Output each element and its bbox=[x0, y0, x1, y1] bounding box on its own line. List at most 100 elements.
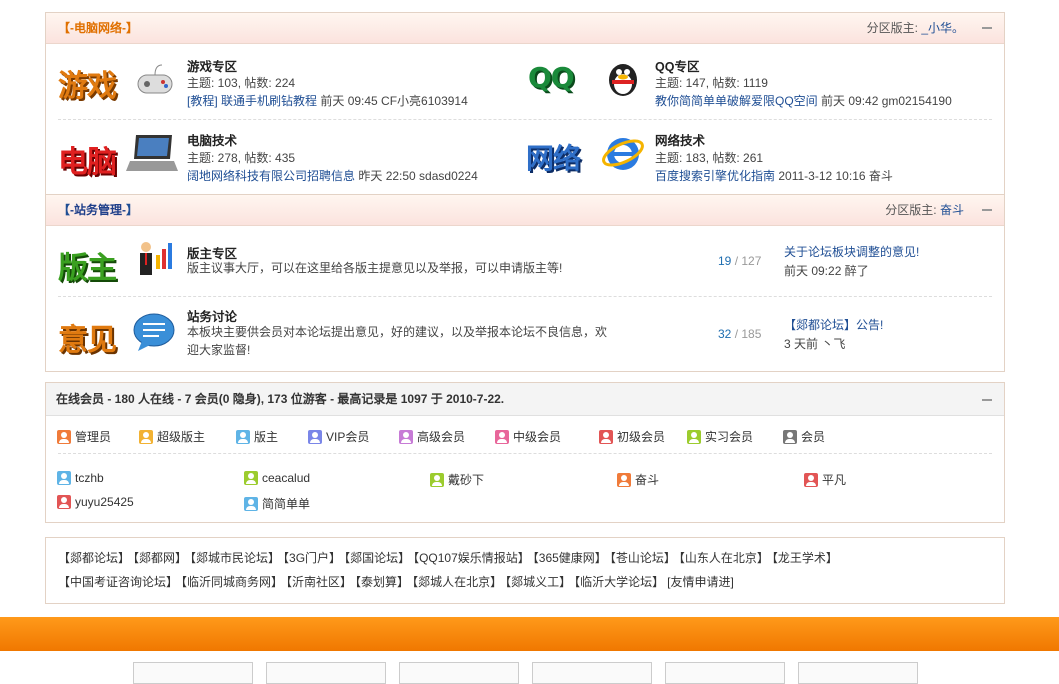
moderator-link[interactable]: 奋斗 bbox=[940, 203, 964, 217]
friend-link[interactable]: 【郯城义工】 bbox=[505, 575, 571, 589]
footer-badge[interactable] bbox=[798, 662, 918, 684]
user-group-icon bbox=[495, 429, 509, 444]
last-post-link[interactable]: 【郯都论坛】公告! bbox=[784, 316, 883, 333]
user-icon bbox=[244, 471, 258, 485]
online-summary: 在线会员 - 180 人在线 - 7 会员(0 隐身), 173 位游客 - 最… bbox=[56, 392, 505, 406]
user-group-icon bbox=[236, 429, 250, 444]
friend-link[interactable]: 【中国考证咨询论坛】 bbox=[58, 575, 178, 589]
moderator-info: 分区版主: 奋斗 bbox=[885, 203, 964, 217]
user-icon bbox=[57, 495, 71, 509]
forum-stats: 主题: 278, 帖数: 435 bbox=[187, 151, 296, 165]
online-user[interactable]: tczhb bbox=[57, 471, 104, 485]
member-group: 管理员 bbox=[57, 428, 111, 445]
moderator-link[interactable]: _小华。 bbox=[921, 21, 964, 35]
online-user[interactable]: ceacalud bbox=[244, 471, 310, 485]
last-post-link[interactable]: 关于论坛板块调整的意见! bbox=[784, 243, 919, 260]
user-icon bbox=[430, 472, 444, 487]
category-header: 【-站务管理-】 分区版主: 奋斗 bbox=[46, 195, 1004, 226]
moderator-forum-icon[interactable]: 版主 bbox=[58, 243, 117, 287]
friend-links-panel: 【郯都论坛】 【郯都网】 【郯城市民论坛】 【3G门户】 【郯国论坛】 【QQ107娱乐情… bbox=[45, 537, 1005, 604]
friend-link[interactable]: 【苍山论坛】 bbox=[610, 551, 676, 565]
friend-link[interactable]: 【山东人在北京】 bbox=[679, 551, 769, 565]
divider bbox=[58, 453, 992, 454]
last-post-link[interactable]: 百度搜索引擎优化指南 bbox=[655, 169, 775, 183]
footer-badge[interactable] bbox=[399, 662, 519, 684]
computer-forum-icon[interactable]: 电脑 bbox=[58, 137, 117, 181]
user-group-icon bbox=[57, 429, 71, 444]
online-user-name[interactable]: 戴砂下 bbox=[448, 471, 484, 488]
friend-link[interactable]: 【3G门户】 bbox=[283, 551, 341, 565]
friend-link[interactable]: 【QQ107娱乐情报站】 bbox=[413, 551, 530, 565]
member-group-label: 实习会员 bbox=[705, 430, 754, 444]
online-user-name[interactable]: yuyu25425 bbox=[75, 495, 134, 509]
last-post-link[interactable]: 教你简简单单破解爱限QQ空间 bbox=[655, 94, 818, 108]
friend-link[interactable]: 【郯都网】 bbox=[133, 551, 187, 565]
member-group-label: 会员 bbox=[801, 430, 826, 444]
forum-name[interactable]: 游戏专区 bbox=[187, 56, 237, 75]
friend-link[interactable]: [友情申请进] bbox=[667, 575, 734, 589]
member-group: 中级会员 bbox=[495, 428, 561, 445]
online-user[interactable]: 简简单单 bbox=[244, 495, 310, 512]
moderator-info: 分区版主: _小华。 bbox=[866, 21, 964, 35]
footer-badge[interactable] bbox=[133, 662, 253, 684]
divider bbox=[58, 296, 992, 297]
online-user-name[interactable]: 简简单单 bbox=[262, 495, 310, 512]
online-members-panel: 在线会员 - 180 人在线 - 7 会员(0 隐身), 173 位游客 - 最… bbox=[45, 382, 1005, 523]
friend-link[interactable]: 【郯都论坛】 bbox=[58, 551, 130, 565]
feedback-forum-icon[interactable]: 意见 bbox=[58, 315, 117, 359]
online-user[interactable]: 平凡 bbox=[804, 471, 846, 488]
online-user-name[interactable]: ceacalud bbox=[262, 471, 310, 485]
footer-badge[interactable] bbox=[665, 662, 785, 684]
friend-link[interactable]: 【365健康网】 bbox=[533, 551, 607, 565]
user-icon bbox=[804, 472, 818, 487]
friend-link[interactable]: 【郯国论坛】 bbox=[344, 551, 410, 565]
forum-name[interactable]: 网络技术 bbox=[655, 130, 705, 149]
friend-link[interactable]: 【郯城市民论坛】 bbox=[190, 551, 280, 565]
last-post-link[interactable]: 阔地网络科技有限公司招聘信息 bbox=[187, 169, 355, 183]
member-group-label: 超级版主 bbox=[157, 430, 206, 444]
collapse-icon[interactable] bbox=[982, 27, 992, 29]
online-user-name[interactable]: 奋斗 bbox=[635, 471, 659, 488]
online-user[interactable]: yuyu25425 bbox=[57, 495, 134, 509]
forum-name[interactable]: QQ专区 bbox=[655, 56, 699, 75]
category-computer-network: 【-电脑网络-】 分区版主: _小华。 游戏 游戏专区 主题: 103, 帖数:… bbox=[45, 12, 1005, 195]
category-header: 【-电脑网络-】 分区版主: _小华。 bbox=[46, 13, 1004, 44]
friend-link[interactable]: 【泰划算】 bbox=[355, 575, 409, 589]
category-title[interactable]: 【-电脑网络-】 bbox=[58, 13, 138, 43]
last-post-time: 前天 09:22 醉了 bbox=[784, 264, 869, 278]
forum-stats: 主题: 183, 帖数: 261 bbox=[655, 151, 764, 165]
user-group-icon bbox=[139, 429, 153, 444]
online-title[interactable]: 在线会员 bbox=[56, 392, 104, 406]
category-title[interactable]: 【-站务管理-】 bbox=[58, 195, 138, 225]
friend-link[interactable]: 【龙王学术】 bbox=[772, 551, 838, 565]
friend-link[interactable]: 【沂南社区】 bbox=[286, 575, 352, 589]
online-user[interactable]: 奋斗 bbox=[617, 471, 659, 488]
collapse-icon[interactable] bbox=[982, 209, 992, 211]
qq-forum-icon[interactable]: QQ bbox=[528, 61, 575, 94]
footer-bar bbox=[0, 617, 1059, 651]
forum-stats: 主题: 147, 帖数: 1119 bbox=[655, 76, 768, 90]
game-forum-icon[interactable]: 游戏 bbox=[58, 61, 117, 105]
last-post-link[interactable]: [教程] 联通手机刷钻教程 bbox=[187, 94, 317, 108]
friend-link[interactable]: 【临沂同城商务网】 bbox=[181, 575, 283, 589]
online-user-name[interactable]: tczhb bbox=[75, 471, 104, 485]
network-forum-icon[interactable]: 网络 bbox=[526, 137, 581, 177]
collapse-icon[interactable] bbox=[982, 399, 992, 401]
laptop-icon bbox=[126, 135, 178, 171]
penguin-icon bbox=[609, 64, 637, 96]
gamepad-icon bbox=[137, 64, 173, 94]
friend-link[interactable]: 【临沂大学论坛】 bbox=[574, 575, 664, 589]
online-user[interactable]: 戴砂下 bbox=[430, 471, 484, 488]
footer-badge[interactable] bbox=[532, 662, 652, 684]
online-user-name[interactable]: 平凡 bbox=[822, 471, 846, 488]
member-group: 版主 bbox=[236, 428, 278, 445]
footer-badge[interactable] bbox=[266, 662, 386, 684]
member-group: 初级会员 bbox=[599, 428, 665, 445]
forum-counts: 19 / 127 bbox=[718, 254, 762, 268]
member-group-label: 中级会员 bbox=[513, 430, 562, 444]
friend-link[interactable]: 【郯城人在北京】 bbox=[412, 575, 502, 589]
forum-name[interactable]: 电脑技术 bbox=[187, 130, 237, 149]
member-group: 会员 bbox=[783, 428, 825, 445]
member-group: 实习会员 bbox=[687, 428, 753, 445]
speech-bubble-icon bbox=[133, 313, 175, 351]
